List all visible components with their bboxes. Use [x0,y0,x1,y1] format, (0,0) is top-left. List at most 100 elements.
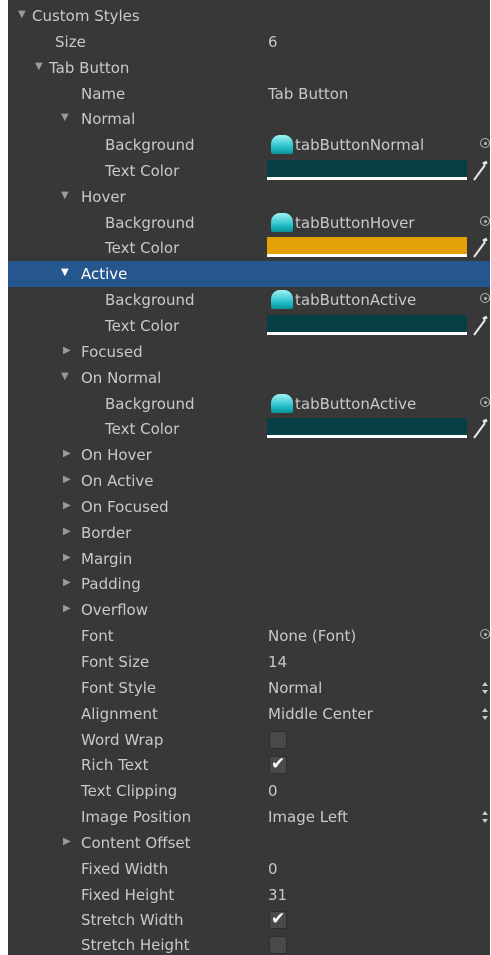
normal-label: Normal [81,110,136,128]
triangle-right-icon[interactable]: ▶ [63,552,75,564]
padding-foldout[interactable]: ▶ Padding [8,571,490,597]
eyedropper-icon[interactable] [471,418,489,440]
text-color-label: Text Color [105,420,180,438]
custom-styles-label: Custom Styles [32,7,140,25]
triangle-right-icon[interactable]: ▶ [63,526,75,538]
active-background-field[interactable]: tabButtonActive [267,289,477,311]
image-position-label: Image Position [81,808,192,826]
alignment-dropdown[interactable]: Middle Center [268,705,373,723]
object-picker-icon[interactable] [480,629,490,639]
triangle-right-icon[interactable]: ▶ [63,836,75,848]
triangle-right-icon[interactable]: ▶ [63,500,75,512]
triangle-right-icon[interactable]: ▶ [63,603,75,615]
active-text-color-row: Text Color [8,313,490,339]
background-label: Background [105,395,195,413]
inspector-panel: ▼ Custom Styles Size 6 ▼ Tab Button Name… [8,0,490,955]
border-label: Border [81,524,132,542]
fixed-height-field[interactable]: 31 [268,886,287,904]
hover-text-color-row: Text Color [8,235,490,261]
object-picker-icon[interactable] [480,397,490,407]
fixed-width-field[interactable]: 0 [268,860,278,878]
on-normal-label: On Normal [81,369,162,387]
size-field[interactable]: 6 [268,33,278,51]
texture-name: tabButtonActive [295,395,417,413]
padding-label: Padding [81,575,141,593]
text-clipping-field[interactable]: 0 [268,782,278,800]
triangle-down-icon[interactable]: ▼ [61,190,73,202]
eyedropper-icon[interactable] [471,315,489,337]
stretch-height-row: Stretch Height [8,932,490,955]
hover-text-color-swatch[interactable] [267,237,467,257]
font-label: Font [81,627,114,645]
rich-text-label: Rich Text [81,756,149,774]
fixed-height-label: Fixed Height [81,886,175,904]
hover-background-field[interactable]: tabButtonHover [267,212,477,234]
content-offset-label: Content Offset [81,834,191,852]
triangle-right-icon[interactable]: ▶ [63,448,75,460]
triangle-right-icon[interactable]: ▶ [63,345,75,357]
eyedropper-icon[interactable] [471,237,489,259]
triangle-down-icon[interactable]: ▼ [61,267,73,279]
dropdown-arrows-icon[interactable] [480,681,490,695]
on-focused-foldout[interactable]: ▶ On Focused [8,494,490,520]
triangle-down-icon[interactable]: ▼ [18,9,30,21]
word-wrap-checkbox[interactable] [269,731,287,749]
triangle-right-icon[interactable]: ▶ [63,474,75,486]
texture-icon [271,135,293,154]
font-size-field[interactable]: 14 [268,653,287,671]
size-label: Size [55,33,86,51]
normal-background-field[interactable]: tabButtonNormal [267,134,477,156]
name-field[interactable]: Tab Button [268,85,348,103]
triangle-right-icon[interactable]: ▶ [63,577,75,589]
image-position-dropdown[interactable]: Image Left [268,808,348,826]
hover-label: Hover [81,188,126,206]
on-active-foldout[interactable]: ▶ On Active [8,468,490,494]
triangle-down-icon[interactable]: ▼ [61,371,73,383]
texture-icon [271,213,293,232]
texture-name: tabButtonNormal [295,136,425,154]
stretch-height-checkbox[interactable] [269,936,287,954]
background-label: Background [105,291,195,309]
hover-background-row: Background tabButtonHover [8,210,490,236]
active-text-color-swatch[interactable] [267,315,467,335]
hover-foldout[interactable]: ▼ Hover [8,184,490,210]
eyedropper-icon[interactable] [471,160,489,182]
object-picker-icon[interactable] [480,293,490,303]
overflow-foldout[interactable]: ▶ Overflow [8,597,490,623]
dropdown-arrows-icon[interactable] [480,810,490,824]
border-foldout[interactable]: ▶ Border [8,520,490,546]
stretch-width-row: Stretch Width ✔ [8,907,490,933]
on-normal-text-color-swatch[interactable] [267,418,467,438]
object-picker-icon[interactable] [480,138,490,148]
dropdown-arrows-icon[interactable] [480,707,490,721]
on-normal-background-field[interactable]: tabButtonActive [267,393,477,415]
on-normal-foldout[interactable]: ▼ On Normal [8,365,490,391]
rich-text-checkbox[interactable]: ✔ [269,754,287,774]
normal-foldout[interactable]: ▼ Normal [8,106,490,132]
active-foldout[interactable]: ▼ Active [8,261,490,287]
background-label: Background [105,136,195,154]
font-field[interactable]: None (Font) [268,627,356,645]
texture-name: tabButtonHover [295,214,415,232]
checkmark-icon: ✔ [271,754,286,774]
focused-foldout[interactable]: ▶ Focused [8,339,490,365]
background-label: Background [105,214,195,232]
font-style-label: Font Style [81,679,157,697]
font-style-dropdown[interactable]: Normal [268,679,322,697]
triangle-down-icon[interactable]: ▼ [61,112,73,124]
stretch-width-checkbox[interactable]: ✔ [269,909,287,929]
margin-foldout[interactable]: ▶ Margin [8,546,490,572]
on-hover-foldout[interactable]: ▶ On Hover [8,442,490,468]
triangle-down-icon[interactable]: ▼ [35,61,47,73]
object-picker-icon[interactable] [480,216,490,226]
content-offset-foldout[interactable]: ▶ Content Offset [8,830,490,856]
on-hover-label: On Hover [81,446,152,464]
tab-button-foldout[interactable]: ▼ Tab Button [8,55,490,81]
font-size-row: Font Size 14 [8,649,490,675]
text-color-label: Text Color [105,317,180,335]
stretch-height-label: Stretch Height [81,936,190,954]
stretch-width-label: Stretch Width [81,911,184,929]
normal-text-color-swatch[interactable] [267,160,467,180]
size-row: Size 6 [8,29,490,55]
custom-styles-foldout[interactable]: ▼ Custom Styles [8,3,490,29]
